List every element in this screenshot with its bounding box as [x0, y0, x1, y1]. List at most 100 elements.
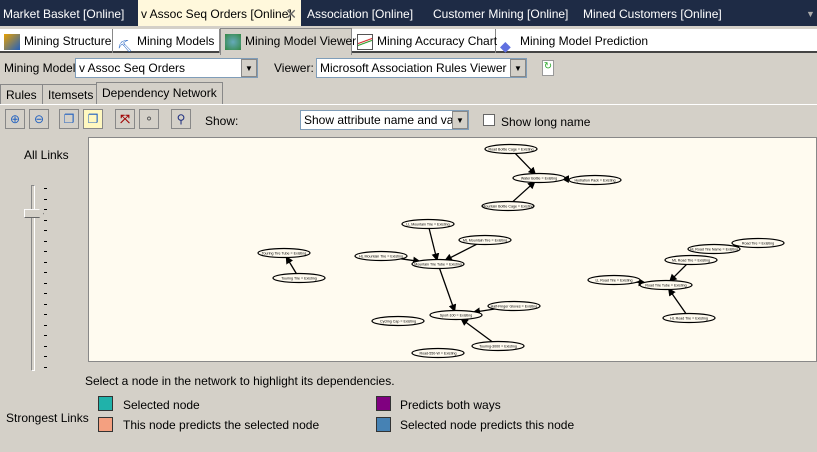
legend-swatch-selected-predicts	[376, 417, 391, 432]
viewer-select[interactable]: Microsoft Association Rules Viewer ▼	[316, 58, 527, 78]
show-long-name-checkbox[interactable]	[483, 114, 495, 126]
slider-tick	[44, 261, 47, 263]
dependency-network-graph[interactable]: Road Bottle Cage = Existing Water Bottle …	[88, 137, 817, 362]
tab-dropdown-icon[interactable]: ▼	[803, 0, 815, 26]
show-select[interactable]: Show attribute name and value ▼	[300, 110, 469, 130]
tab-dependency-network[interactable]: Dependency Network	[96, 82, 223, 105]
doc-tab-market-basket[interactable]: Market Basket [Online]	[0, 0, 135, 26]
tab-label: Mining Models	[137, 34, 215, 48]
node-label: LL Mountain Tire = Existing	[406, 222, 449, 226]
mining-model-label: Mining Model:	[4, 61, 79, 75]
network-node[interactable]: Mountain Bottle Cage = Existing	[481, 200, 535, 212]
chevron-down-icon[interactable]: ▼	[241, 59, 257, 77]
designer-tabs: Mining Structure ⛏ Mining Models Mining M…	[0, 28, 817, 55]
zoom-in-icon[interactable]: ⊕	[5, 109, 25, 129]
tab-mining-accuracy-chart[interactable]: Mining Accuracy Chart	[353, 29, 498, 53]
slider-tick	[44, 324, 47, 326]
network-node[interactable]: ML Mountain Tire = Existing	[458, 234, 512, 246]
node-label: HL Road Tire = Existing	[670, 316, 708, 320]
node-label: HL Mountain Tire = Existing	[359, 254, 403, 258]
network-node[interactable]: Sport-100 = Existing	[429, 309, 483, 321]
network-node[interactable]: ML Road Tire = Existing	[664, 254, 718, 266]
node-label: Sport-100 = Existing	[440, 313, 472, 317]
network-node[interactable]: Touring Tire = Existing	[272, 272, 326, 284]
node-label: Mountain Tire Tube = Existing	[414, 262, 461, 266]
tab-rules[interactable]: Rules	[0, 84, 43, 104]
network-node[interactable]: Touring-3000 = Existing	[471, 340, 525, 352]
network-node[interactable]: HL Road Tire Name = Existing	[687, 243, 741, 255]
slider-tick	[44, 188, 47, 189]
network-node[interactable]: Water Bottle = Existing	[512, 172, 566, 184]
slider-tick	[44, 282, 47, 284]
legend-label-selected-predicts: Selected node predicts this node	[400, 418, 575, 432]
network-node[interactable]: Cycling Cap = Existing	[371, 315, 425, 327]
node-label: Touring Tire Tube = Existing	[262, 251, 306, 255]
node-label: Water Bottle = Existing	[521, 176, 557, 180]
node-label: LL Road Tire = Existing	[595, 278, 632, 282]
slider-tick	[44, 272, 47, 273]
network-node[interactable]: Mountain Tire Tube = Existing	[411, 258, 465, 270]
network-node[interactable]: LL Road Tire = Existing	[587, 274, 641, 286]
node-label: Mountain Bottle Cage = Existing	[482, 204, 533, 208]
close-icon[interactable]: ✕	[285, 0, 297, 28]
dependency-edge	[428, 227, 440, 262]
zoom-out-icon[interactable]: ⊖	[29, 109, 49, 129]
tab-label: Mining Accuracy Chart	[377, 34, 498, 48]
network-node[interactable]: HL Road Tire = Existing	[662, 312, 716, 324]
network-node[interactable]: Touring Tire Tube = Existing	[257, 247, 311, 259]
tab-mining-model-prediction[interactable]: ◆ Mining Model Prediction	[496, 29, 649, 54]
doc-tab-assoc-seq-orders[interactable]: v Assoc Seq Orders [Online] ✕	[138, 0, 301, 26]
tab-mining-model-viewer[interactable]: Mining Model Viewer	[220, 28, 356, 55]
doc-tab-label: v Assoc Seq Orders [Online]	[141, 7, 292, 21]
mining-model-select[interactable]: v Assoc Seq Orders ▼	[75, 58, 258, 78]
slider-tick	[44, 356, 47, 357]
mining-model-value: v Assoc Seq Orders	[79, 61, 186, 75]
layout-icon[interactable]: ⚬	[139, 109, 159, 129]
dependency-edge	[444, 243, 478, 261]
node-label: Road Bottle Cage = Existing	[488, 147, 533, 151]
refresh-icon[interactable]: ↻	[542, 60, 554, 76]
tab-label: Mining Structure	[24, 34, 112, 48]
tab-itemsets[interactable]: Itemsets	[42, 84, 100, 104]
tab-label: Mining Model Prediction	[520, 34, 649, 48]
slider-tick	[44, 303, 47, 305]
node-label: ML Mountain Tire = Existing	[463, 238, 507, 242]
copy-icon[interactable]: ❐	[59, 109, 79, 129]
pickaxe-icon: ⛏	[117, 38, 133, 53]
hint-text: Select a node in the network to highligh…	[85, 374, 395, 388]
network-node[interactable]: Road Tire = Existing	[731, 237, 785, 249]
network-node[interactable]: Half-Finger Gloves = Existing	[487, 300, 541, 312]
doc-tab-customer-mining[interactable]: Customer Mining [Online]	[430, 0, 568, 26]
network-node[interactable]: HL Mountain Tire = Existing	[354, 250, 408, 262]
dependency-edge	[460, 318, 494, 343]
network-node[interactable]: Hydration Pack = Existing	[568, 174, 622, 186]
network-node[interactable]: Road-550-W = Existing	[411, 347, 465, 359]
show-value: Show attribute name and value	[304, 113, 469, 127]
viewer-label: Viewer:	[274, 61, 314, 75]
node-label: Touring Tire = Existing	[281, 276, 316, 280]
slider-tick	[44, 209, 47, 210]
copy-graph-view-icon[interactable]: ❐	[83, 109, 103, 129]
find-node-icon[interactable]: ⚲	[171, 109, 191, 129]
network-node[interactable]: LL Mountain Tire = Existing	[401, 218, 455, 230]
links-slider-thumb[interactable]	[24, 209, 44, 219]
viewer-value: Microsoft Association Rules Viewer	[320, 61, 507, 75]
network-node[interactable]: Road Tire Tube = Existing	[639, 279, 693, 291]
document-tabs: Market Basket [Online] v Assoc Seq Order…	[0, 0, 817, 26]
chevron-down-icon[interactable]: ▼	[452, 111, 468, 129]
chevron-down-icon[interactable]: ▼	[510, 59, 526, 77]
tab-label: Mining Model Viewer	[245, 34, 357, 48]
doc-tab-mined-customers[interactable]: Mined Customers [Online]	[580, 0, 722, 26]
network-node[interactable]: Road Bottle Cage = Existing	[484, 143, 538, 155]
mining-structure-icon	[4, 33, 20, 50]
slider-tick	[44, 219, 47, 221]
doc-tab-association[interactable]: Association [Online]	[304, 0, 413, 26]
tab-mining-structure[interactable]: Mining Structure	[0, 29, 113, 53]
node-label: ML Road Tire = Existing	[672, 258, 710, 262]
fit-to-window-icon[interactable]: ⤧	[115, 109, 135, 129]
dependency-edge	[438, 267, 457, 313]
legend-label-predicts-selected: This node predicts the selected node	[123, 418, 320, 432]
tab-mining-models[interactable]: ⛏ Mining Models	[113, 29, 220, 53]
node-label: Road Tire Tube = Existing	[645, 283, 686, 287]
show-label: Show:	[205, 114, 239, 128]
